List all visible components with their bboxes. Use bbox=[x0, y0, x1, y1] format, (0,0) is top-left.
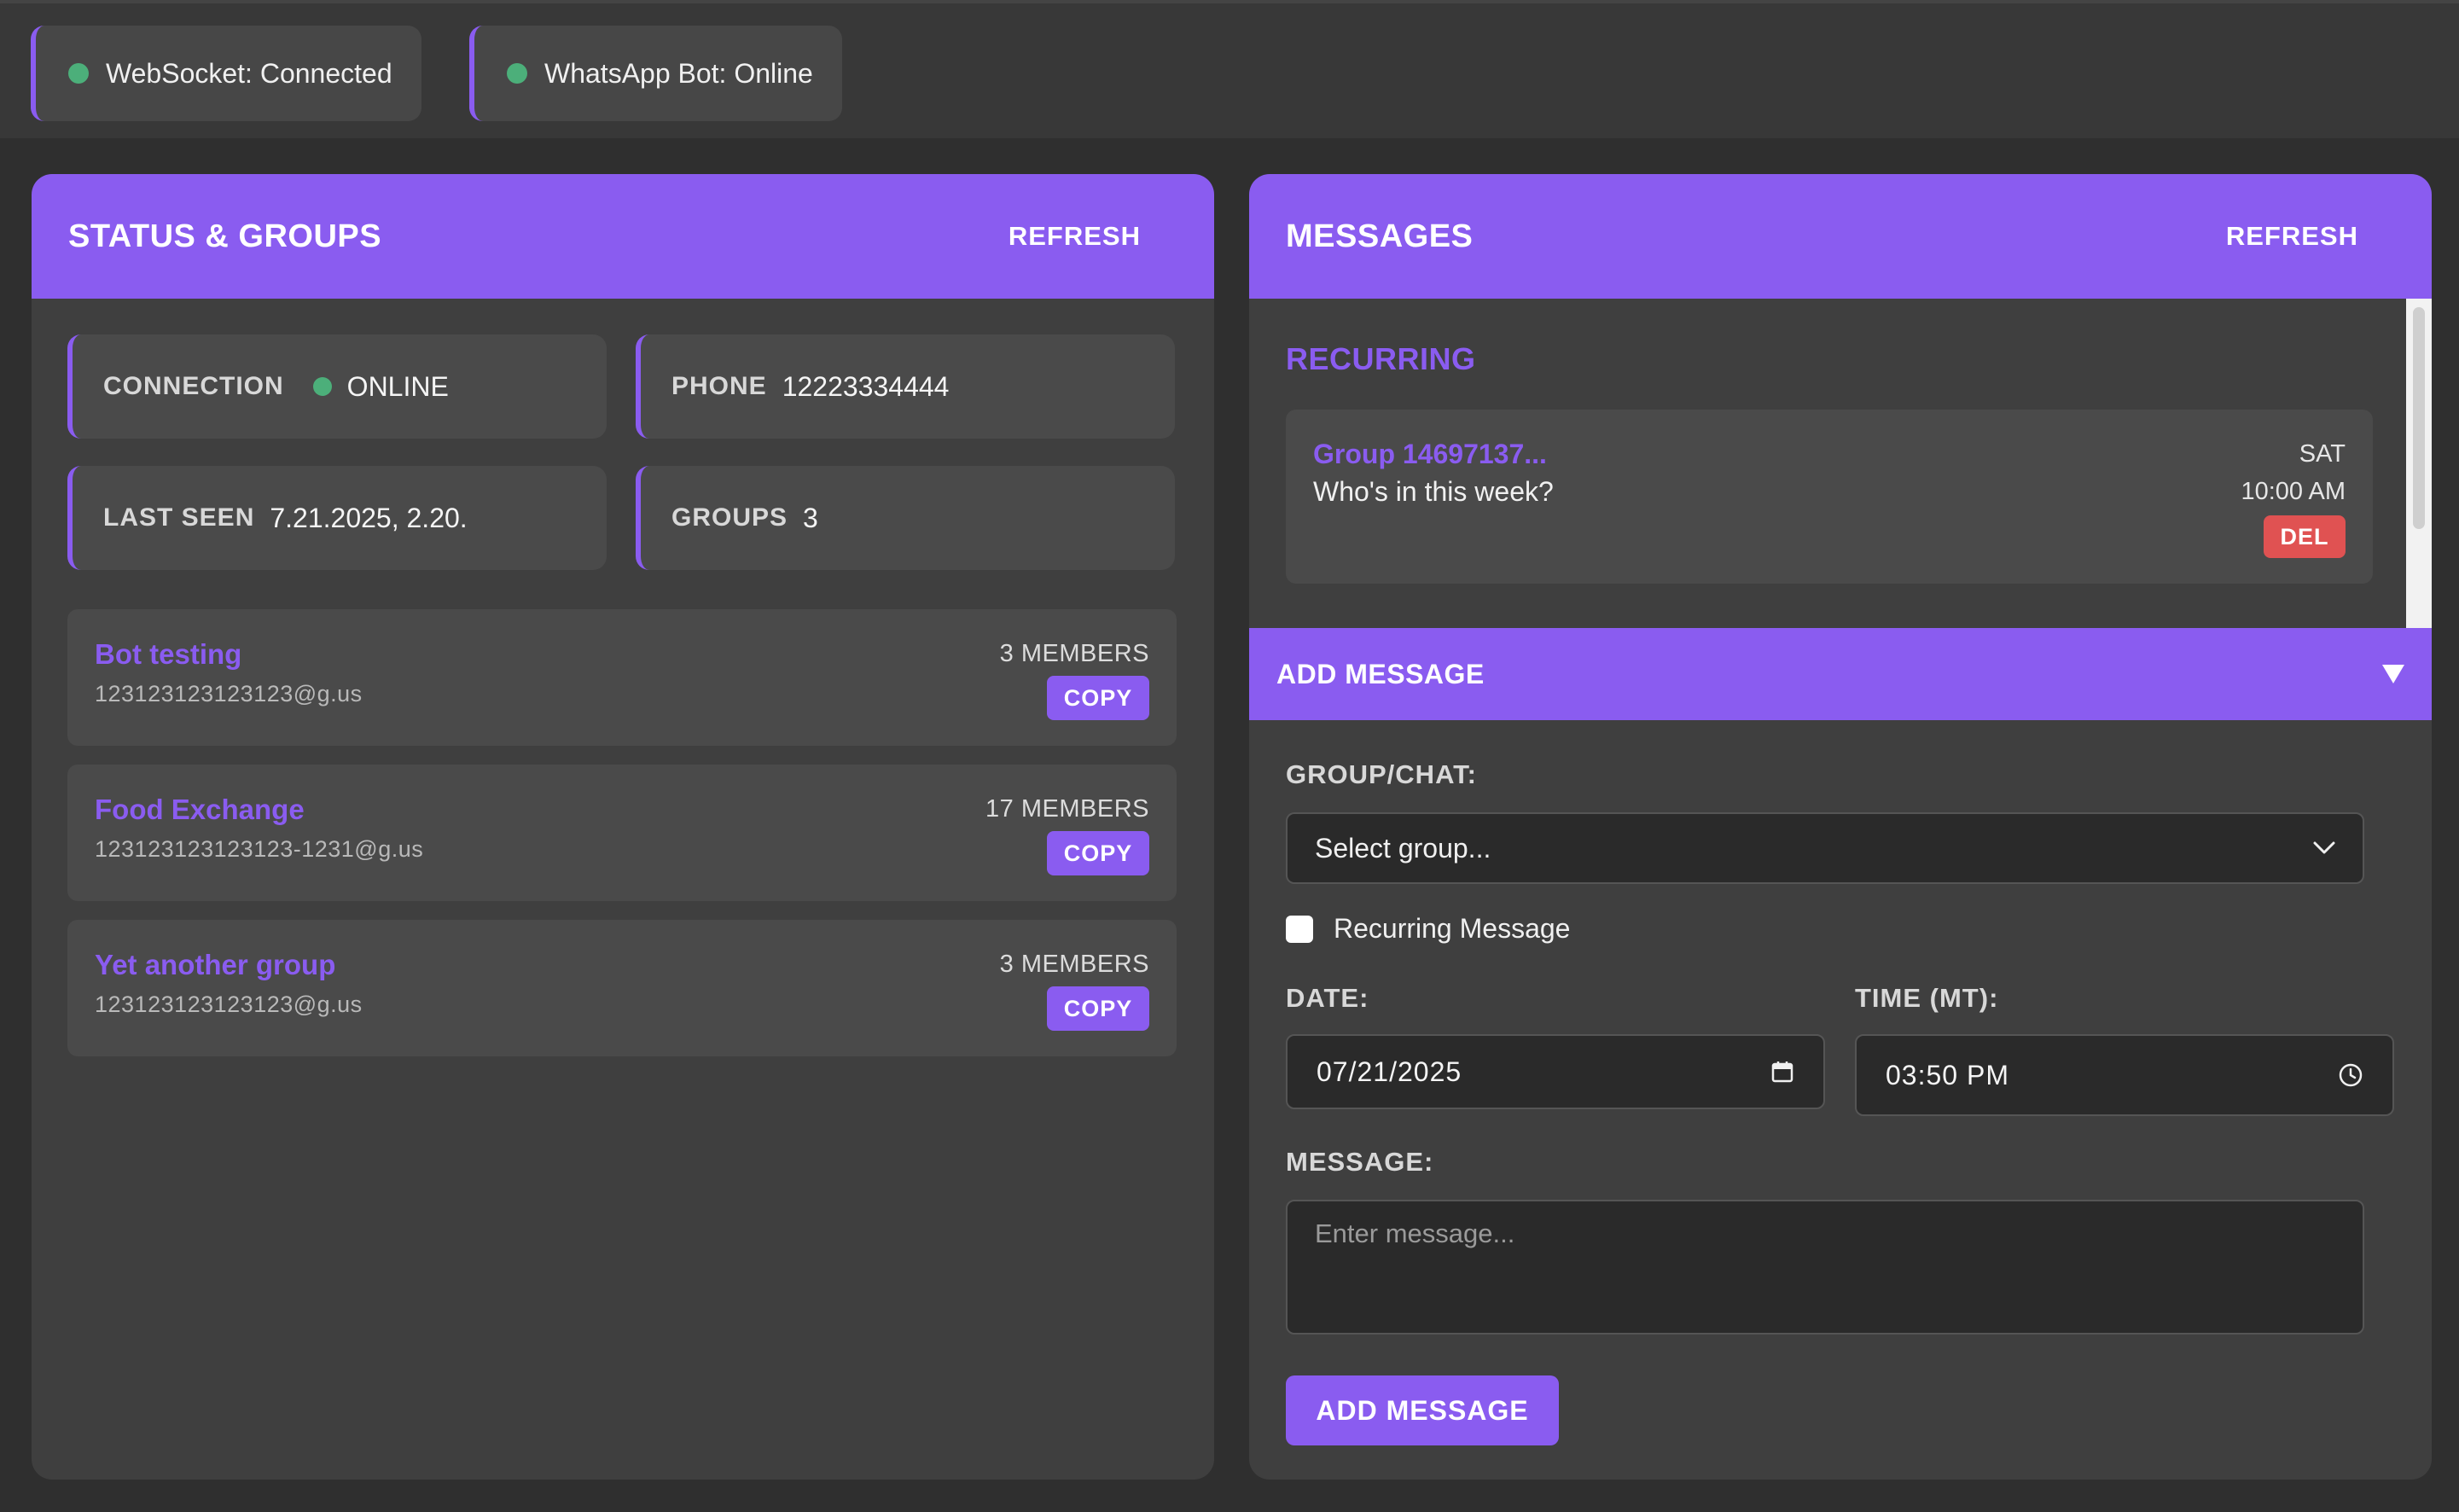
group-id: 123123123123123@g.us bbox=[95, 681, 363, 707]
group-id: 123123123123123@g.us bbox=[95, 992, 363, 1017]
calendar-icon[interactable] bbox=[1770, 1060, 1794, 1084]
delete-message-button[interactable]: DEL bbox=[2264, 515, 2346, 558]
group-name: Food Exchange bbox=[95, 794, 305, 825]
copy-group-id-button[interactable]: COPY bbox=[1047, 831, 1149, 875]
groups-stat-card: GROUPS 3 bbox=[636, 466, 1175, 570]
add-message-toggle[interactable]: ADD MESSAGE bbox=[1249, 628, 2432, 720]
time-input-value: 03:50 PM bbox=[1886, 1059, 2009, 1090]
message-group-name: Group 14697137... bbox=[1313, 439, 1547, 469]
bot-status-badge: WhatsApp Bot: Online bbox=[469, 26, 842, 121]
scrollbar-thumb[interactable] bbox=[2413, 307, 2425, 529]
status-groups-panel: STATUS & GROUPS REFRESH CONNECTION ONLIN… bbox=[32, 174, 1214, 1480]
message-placeholder: Enter message... bbox=[1315, 1218, 1515, 1248]
online-dot-icon bbox=[312, 377, 332, 396]
last-seen-value: 7.21.2025, 2.20. bbox=[270, 502, 468, 533]
group-member-count: 3 MEMBERS bbox=[999, 951, 1149, 978]
time-label: TIME (MT): bbox=[1855, 983, 1999, 1013]
group-id: 123123123123123-1231@g.us bbox=[95, 836, 424, 862]
message-label: MESSAGE: bbox=[1286, 1147, 1434, 1177]
groups-label: GROUPS bbox=[671, 503, 788, 532]
connection-label: CONNECTION bbox=[103, 372, 284, 400]
group-list-item: Bot testing 123123123123123@g.us 3 MEMBE… bbox=[67, 609, 1177, 746]
panel-title: MESSAGES bbox=[1286, 218, 1474, 254]
last-seen-label: LAST SEEN bbox=[103, 503, 255, 532]
phone-value: 12223334444 bbox=[782, 370, 950, 402]
message-textarea[interactable]: Enter message... bbox=[1286, 1200, 2364, 1335]
recurring-checkbox-label: Recurring Message bbox=[1334, 913, 1571, 944]
date-label: DATE: bbox=[1286, 983, 1369, 1013]
recurring-checkbox[interactable] bbox=[1286, 915, 1313, 943]
group-name: Yet another group bbox=[95, 949, 336, 980]
websocket-status-text: WebSocket: Connected bbox=[106, 57, 392, 89]
refresh-status-button[interactable]: REFRESH bbox=[1009, 221, 1141, 252]
bot-status-text: WhatsApp Bot: Online bbox=[544, 57, 813, 89]
chevron-down-icon bbox=[2313, 841, 2335, 855]
connection-value: ONLINE bbox=[346, 370, 449, 402]
group-member-count: 17 MEMBERS bbox=[985, 795, 1149, 823]
recurring-section-title: RECURRING bbox=[1286, 341, 1476, 376]
copy-group-id-button[interactable]: COPY bbox=[1047, 986, 1149, 1031]
last-seen-stat-card: LAST SEEN 7.21.2025, 2.20. bbox=[67, 466, 607, 570]
messages-scrollbar[interactable] bbox=[2406, 299, 2432, 630]
refresh-messages-button[interactable]: REFRESH bbox=[2226, 221, 2358, 252]
group-select[interactable]: Select group... bbox=[1286, 812, 2364, 884]
add-message-header-title: ADD MESSAGE bbox=[1276, 658, 1485, 689]
messages-header: MESSAGES REFRESH bbox=[1249, 174, 2432, 299]
status-groups-header: STATUS & GROUPS REFRESH bbox=[32, 174, 1214, 299]
collapse-triangle-icon bbox=[2382, 665, 2404, 683]
panel-title: STATUS & GROUPS bbox=[68, 218, 382, 254]
clock-icon[interactable] bbox=[2338, 1062, 2363, 1088]
group-name: Bot testing bbox=[95, 638, 242, 670]
message-text: Who's in this week? bbox=[1313, 476, 1554, 507]
websocket-status-badge: WebSocket: Connected bbox=[31, 26, 421, 121]
phone-label: PHONE bbox=[671, 372, 767, 400]
group-member-count: 3 MEMBERS bbox=[999, 640, 1149, 667]
phone-stat-card: PHONE 12223334444 bbox=[636, 334, 1175, 439]
recurring-message-card: Group 14697137... Who's in this week? SA… bbox=[1286, 410, 2373, 584]
group-list-item: Food Exchange 123123123123123-1231@g.us … bbox=[67, 765, 1177, 901]
groups-count-value: 3 bbox=[803, 502, 818, 533]
status-dot-icon bbox=[507, 63, 527, 84]
status-dot-icon bbox=[68, 63, 89, 84]
message-time: 10:00 AM bbox=[2241, 478, 2346, 505]
connection-stat-card: CONNECTION ONLINE bbox=[67, 334, 607, 439]
group-list-item: Yet another group 123123123123123@g.us 3… bbox=[67, 920, 1177, 1056]
add-message-button[interactable]: ADD MESSAGE bbox=[1286, 1375, 1559, 1445]
top-status-bar: WebSocket: Connected WhatsApp Bot: Onlin… bbox=[0, 0, 2459, 138]
group-chat-label: GROUP/CHAT: bbox=[1286, 759, 1477, 789]
date-input[interactable]: 07/21/2025 bbox=[1286, 1034, 1825, 1109]
message-day: SAT bbox=[2299, 440, 2346, 468]
time-input[interactable]: 03:50 PM bbox=[1855, 1034, 2394, 1116]
messages-panel: MESSAGES REFRESH RECURRING Group 1469713… bbox=[1249, 174, 2432, 1480]
date-input-value: 07/21/2025 bbox=[1317, 1055, 1462, 1087]
group-select-value: Select group... bbox=[1315, 832, 1491, 864]
copy-group-id-button[interactable]: COPY bbox=[1047, 676, 1149, 720]
recurring-checkbox-row: Recurring Message bbox=[1286, 913, 1570, 945]
